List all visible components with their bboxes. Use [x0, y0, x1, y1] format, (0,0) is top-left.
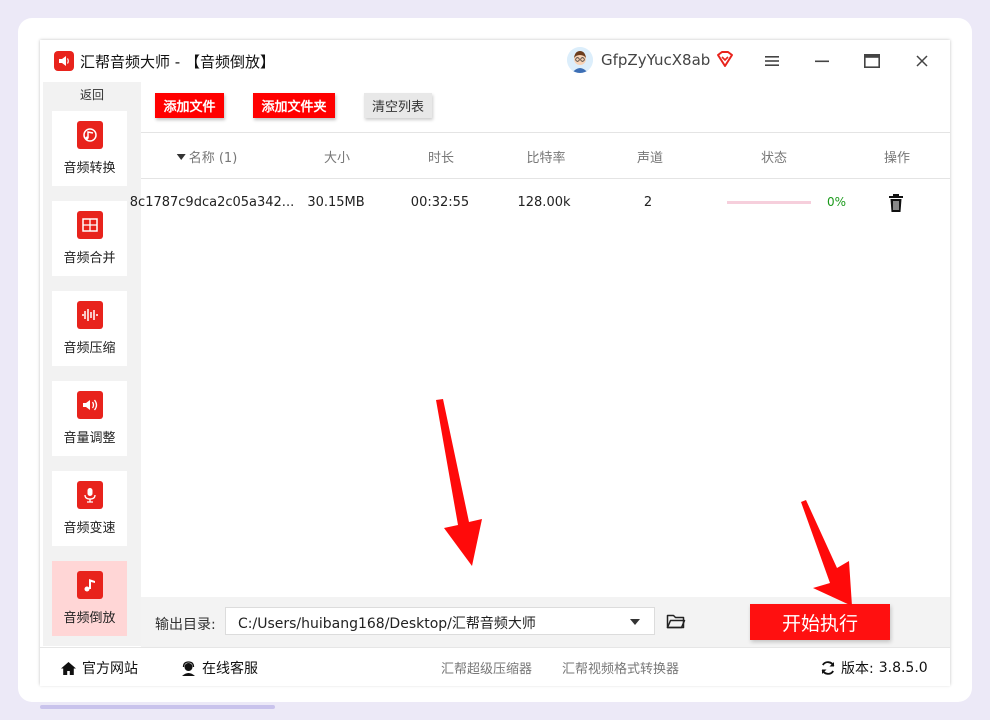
column-header-bitrate[interactable]: 比特率 — [526, 147, 565, 166]
file-table-header: 名称 (1) 大小 时长 比特率 声道 状态 操作 — [141, 132, 950, 179]
file-bitrate: 128.00k — [517, 195, 571, 210]
sidebar-item-audio-reverse[interactable]: 音频倒放 — [52, 561, 127, 636]
sidebar-item-audio-convert[interactable]: 音频转换 — [52, 111, 127, 186]
back-button[interactable]: 返回 — [43, 82, 141, 106]
chevron-down-icon — [630, 619, 640, 625]
column-header-name-label: 名称 (1) — [188, 151, 238, 166]
audio-compress-icon — [76, 301, 103, 329]
file-channels: 2 — [643, 195, 653, 210]
avatar[interactable] — [567, 47, 593, 73]
column-header-size[interactable]: 大小 — [324, 147, 350, 166]
audio-reverse-icon — [76, 571, 103, 599]
page-title: 【音频倒放】 — [184, 53, 275, 71]
toolbar: 添加文件 添加文件夹 清空列表 — [141, 82, 950, 129]
maximize-icon[interactable] — [861, 50, 883, 72]
menu-icon[interactable] — [761, 50, 783, 72]
username[interactable]: GfpZyYucX8ab — [601, 51, 710, 69]
add-file-button[interactable]: 添加文件 — [155, 93, 224, 118]
version-number: 3.8.5.0 — [878, 660, 928, 676]
sort-down-icon — [176, 153, 186, 160]
window-title: 汇帮音频大师 - 【音频倒放】 — [80, 51, 275, 72]
add-folder-button[interactable]: 添加文件夹 — [253, 93, 335, 118]
support-agent-icon — [182, 660, 195, 676]
output-dir-value: C:/Users/huibang168/Desktop/汇帮音频大师 — [238, 616, 536, 632]
sidebar-item-label: 音量调整 — [63, 431, 116, 446]
sidebar-item-audio-merge[interactable]: 音频合并 — [52, 201, 127, 276]
progress-percent: 0% — [827, 195, 847, 209]
sidebar-item-label: 音频转换 — [63, 161, 116, 176]
sidebar-item-audio-compress[interactable]: 音频压缩 — [52, 291, 127, 366]
online-support-link[interactable]: 在线客服 — [180, 658, 258, 678]
progress-bar — [727, 201, 811, 204]
table-row[interactable]: 8c1787c9dca2c05a342... 30.15MB 00:32:55 … — [130, 185, 950, 221]
sidebar-item-label: 音频压缩 — [63, 341, 116, 356]
output-dir-select[interactable]: C:/Users/huibang168/Desktop/汇帮音频大师 — [225, 607, 655, 635]
folder-open-icon[interactable] — [666, 612, 686, 630]
sidebar-item-label: 音频倒放 — [63, 611, 116, 626]
output-dir-label: 输出目录: — [155, 617, 216, 633]
taskbar-indicator — [40, 705, 275, 709]
column-header-action: 操作 — [883, 151, 911, 166]
compressor-link[interactable]: 汇帮超级压缩器 — [441, 658, 532, 677]
audio-convert-icon — [76, 121, 103, 149]
audio-merge-icon — [76, 211, 103, 239]
file-name: 8c1787c9dca2c05a342... — [129, 195, 295, 210]
official-website-link[interactable]: 官方网站 — [60, 658, 138, 678]
title-separator: - — [170, 53, 185, 71]
column-header-name[interactable]: 名称 (1) — [176, 147, 238, 166]
app-window: 汇帮音频大师 - 【音频倒放】 GfpZyYucX8ab 返回 音频转换 音频合… — [40, 40, 950, 686]
sidebar-item-label: 音频变速 — [63, 521, 116, 536]
clear-list-button[interactable]: 清空列表 — [364, 93, 432, 118]
app-logo-icon — [54, 51, 74, 71]
start-button[interactable]: 开始执行 — [750, 604, 890, 640]
column-header-status: 状态 — [760, 151, 788, 166]
official-website-label: 官方网站 — [82, 661, 138, 677]
video-converter-link[interactable]: 汇帮视频格式转换器 — [562, 658, 679, 677]
vip-diamond-icon[interactable] — [716, 50, 734, 68]
close-icon[interactable] — [911, 50, 933, 72]
column-header-duration[interactable]: 时长 — [428, 147, 454, 166]
file-size: 30.15MB — [307, 195, 365, 210]
trash-icon[interactable] — [887, 193, 905, 213]
sidebar-item-label: 音频合并 — [63, 251, 116, 266]
sidebar: 音频转换 音频合并 音频压缩 音量调整 音频变速 音频倒放 — [43, 106, 141, 646]
title-bar: 汇帮音频大师 - 【音频倒放】 GfpZyYucX8ab — [40, 40, 950, 82]
file-duration: 00:32:55 — [410, 195, 470, 210]
online-support-label: 在线客服 — [202, 661, 258, 677]
sidebar-item-audio-speed[interactable]: 音频变速 — [52, 471, 127, 546]
version-info: 版本: 3.8.5.0 — [820, 658, 928, 678]
footer: 官方网站 在线客服 汇帮超级压缩器 汇帮视频格式转换器 版本: 3.8.5.0 — [40, 647, 950, 686]
volume-adjust-icon — [76, 391, 103, 419]
home-icon — [61, 661, 76, 675]
version-label: 版本: — [841, 661, 874, 677]
refresh-icon[interactable] — [820, 660, 836, 676]
minimize-icon[interactable] — [811, 50, 833, 72]
app-name: 汇帮音频大师 — [80, 53, 171, 71]
sidebar-item-volume-adjust[interactable]: 音量调整 — [52, 381, 127, 456]
audio-speed-icon — [76, 481, 103, 509]
column-header-channels[interactable]: 声道 — [637, 147, 663, 166]
output-bar: 输出目录: C:/Users/huibang168/Desktop/汇帮音频大师… — [141, 597, 950, 647]
